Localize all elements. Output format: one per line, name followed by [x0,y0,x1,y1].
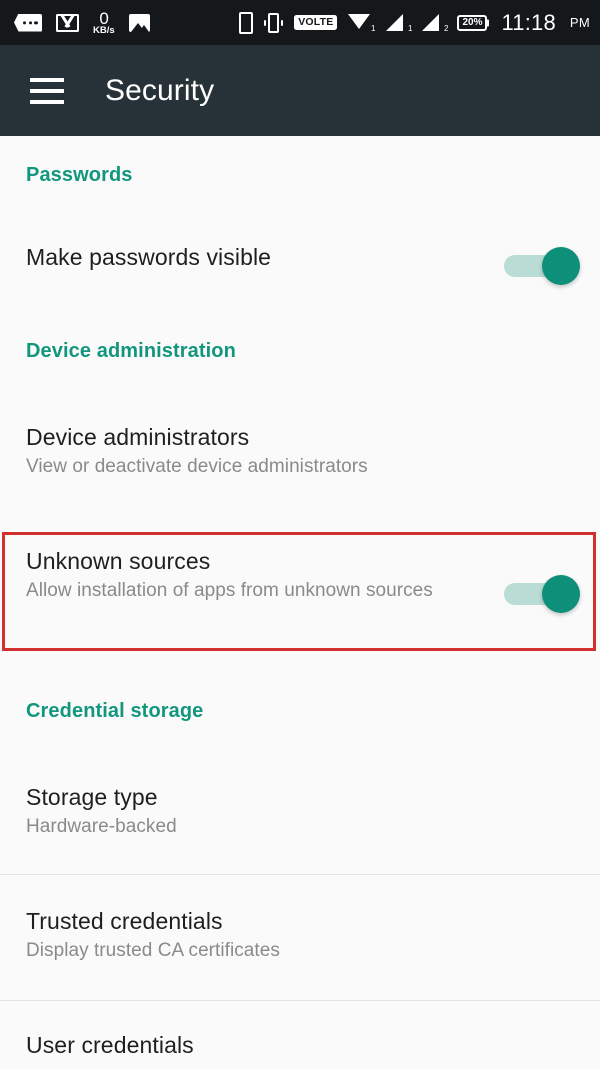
signal-2-slot-label: 2 [444,23,449,33]
setting-row-trusted-credentials[interactable]: Trusted credentials Display trusted CA c… [0,908,600,964]
status-bar-ampm: PM [569,15,590,30]
setting-title: Storage type [26,784,158,810]
photos-icon [128,13,150,32]
security-settings-screen: 0 KB/s VOLTE 1 1 2 20% 11:18 PM Security… [0,0,600,1069]
setting-row-user-credentials[interactable]: User credentials [0,1032,600,1058]
toggle-thumb [542,247,580,285]
setting-subtitle: Hardware-backed [26,816,177,838]
setting-title: Make passwords visible [26,244,272,270]
setting-row-unknown-sources[interactable]: Unknown sources Allow installation of ap… [0,548,600,616]
setting-title: Device administrators [26,424,250,450]
battery-icon: 20% [457,14,488,31]
row-text: Make passwords visible [26,244,504,270]
gmail-icon [56,13,79,32]
status-bar-system-icons: VOLTE 1 1 2 20% 11:18 PM [238,9,590,36]
setting-title: User credentials [26,1032,194,1058]
page-title: Security [105,73,215,107]
setting-subtitle: Allow installation of apps from unknown … [26,580,433,602]
setting-row-make-passwords-visible[interactable]: Make passwords visible [0,244,600,288]
volte-icon: VOLTE [294,15,338,30]
vibrate-icon [263,12,284,33]
setting-row-storage-type[interactable]: Storage type Hardware-backed [0,784,600,840]
toggle-thumb [542,575,580,613]
sim-card-icon [238,11,253,34]
setting-title: Trusted credentials [26,908,223,934]
status-bar: 0 KB/s VOLTE 1 1 2 20% 11:18 PM [0,0,600,45]
network-speed-unit: KB/s [93,24,115,36]
row-text: Storage type Hardware-backed [26,784,580,840]
row-text: Trusted credentials Display trusted CA c… [26,908,580,964]
wifi-icon: 1 [348,13,376,33]
setting-row-device-administrators[interactable]: Device administrators View or deactivate… [0,424,600,480]
row-text: User credentials [26,1032,580,1058]
settings-list: Passwords Make passwords visible Device … [0,136,600,1069]
setting-subtitle: View or deactivate device administrators [26,456,368,478]
messaging-tag-icon [14,13,42,32]
unknown-sources-toggle[interactable] [504,572,580,616]
signal-1-icon: 1 [385,13,413,33]
setting-subtitle: Display trusted CA certificates [26,940,280,962]
row-text: Unknown sources Allow installation of ap… [26,548,504,604]
hamburger-menu-icon[interactable] [30,77,64,104]
signal-2-icon: 2 [421,13,449,33]
status-bar-notification-icons: 0 KB/s [14,10,150,36]
list-divider [0,1000,600,1001]
section-header-device-administration: Device administration [26,340,236,362]
section-header-passwords: Passwords [26,164,133,186]
section-header-credential-storage: Credential storage [26,700,204,722]
status-bar-clock: 11:18 [501,9,556,35]
app-bar: Security [0,45,600,136]
row-text: Device administrators View or deactivate… [26,424,580,480]
list-divider [0,874,600,875]
setting-title: Unknown sources [26,548,211,574]
make-passwords-visible-toggle[interactable] [504,244,580,288]
signal-1-slot-label: 1 [408,23,413,33]
wifi-slot-label: 1 [371,23,376,33]
network-speed-icon: 0 KB/s [93,10,115,36]
